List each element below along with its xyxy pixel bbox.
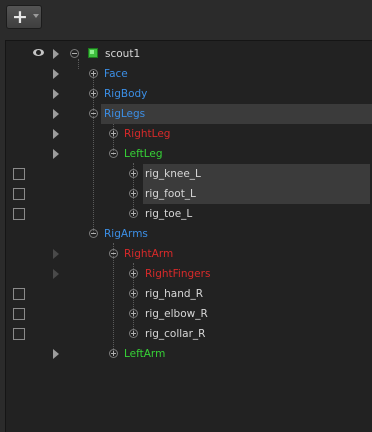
node-label: RigArms [104,228,148,240]
visibility-checkbox[interactable] [13,188,25,200]
collapse-icon[interactable] [109,149,118,158]
expand-arrow-icon[interactable] [53,349,59,359]
tree-row-rig-foot-l[interactable]: rig_foot_L [6,184,372,204]
node-label: Face [104,68,128,80]
expand-arrow-icon[interactable] [53,269,59,279]
visibility-checkbox[interactable] [13,328,25,340]
node-label: rig_foot_L [145,188,196,200]
tree-row-rigbody[interactable]: RigBody [6,84,372,104]
tree-row-face[interactable]: Face [6,64,372,84]
tree-row-rig-collar-r[interactable]: rig_collar_R [6,324,372,344]
expand-arrow-icon[interactable] [53,69,59,79]
node-label: RightArm [124,248,174,260]
expand-icon[interactable] [129,329,138,338]
node-label: RigLegs [104,108,146,120]
collapse-icon[interactable] [89,229,98,238]
expand-icon[interactable] [129,189,138,198]
expand-icon[interactable] [109,129,118,138]
node-label: RightFingers [145,268,211,280]
tree-row-rigarms[interactable]: RigArms [6,224,372,244]
node-label: rig_collar_R [145,328,206,340]
tree-row-rightleg[interactable]: RightLeg [6,124,372,144]
toolbar: + [0,0,372,38]
node-label: LeftLeg [124,148,163,160]
node-label: scout1 [105,48,141,60]
expand-icon[interactable] [89,69,98,78]
node-label: rig_elbow_R [145,308,208,320]
expand-icon[interactable] [129,289,138,298]
plus-icon: + [12,6,28,28]
expand-icon[interactable] [89,89,98,98]
tree-row-scout1[interactable]: scout1 [6,44,372,64]
tree-row-rightarm[interactable]: RightArm [6,244,372,264]
collapse-icon[interactable] [89,109,98,118]
node-label: RightLeg [124,128,171,140]
expand-arrow-icon[interactable] [53,89,59,99]
node-label: RigBody [104,88,148,100]
add-button[interactable]: + [6,5,42,29]
mesh-cube-icon [88,48,98,58]
collapse-icon[interactable] [109,249,118,258]
tree-row-leftarm[interactable]: LeftArm [6,344,372,364]
dropdown-caret-icon[interactable] [33,14,39,18]
expand-icon[interactable] [129,209,138,218]
expand-arrow-icon[interactable] [53,249,59,259]
expand-icon[interactable] [129,269,138,278]
node-label: rig_toe_L [145,208,193,220]
expand-arrow-icon[interactable] [53,129,59,139]
tree-row-rightfingers[interactable]: RightFingers [6,264,372,284]
visibility-checkbox[interactable] [13,308,25,320]
node-label: LeftArm [124,348,166,360]
tree-row-rig-knee-l[interactable]: rig_knee_L [6,164,372,184]
tree-row-riglegs[interactable]: RigLegs [6,104,372,124]
expand-icon[interactable] [129,169,138,178]
expand-icon[interactable] [109,349,118,358]
node-label: rig_knee_L [145,168,201,180]
collapse-icon[interactable] [70,49,79,58]
visibility-checkbox[interactable] [13,288,25,300]
eye-icon[interactable] [33,49,44,56]
expand-arrow-icon[interactable] [53,149,59,159]
expand-icon[interactable] [129,309,138,318]
tree-row-rig-elbow-r[interactable]: rig_elbow_R [6,304,372,324]
expand-arrow-icon[interactable] [53,49,59,59]
outliner-panel: scout1 Face RigBody RigLegs RightLeg Lef… [5,40,372,432]
visibility-checkbox[interactable] [13,168,25,180]
expand-arrow-icon[interactable] [53,109,59,119]
visibility-checkbox[interactable] [13,208,25,220]
node-label: rig_hand_R [145,288,204,300]
tree-row-rig-hand-r[interactable]: rig_hand_R [6,284,372,304]
tree-row-leftleg[interactable]: LeftLeg [6,144,372,164]
tree-row-rig-toe-l[interactable]: rig_toe_L [6,204,372,224]
